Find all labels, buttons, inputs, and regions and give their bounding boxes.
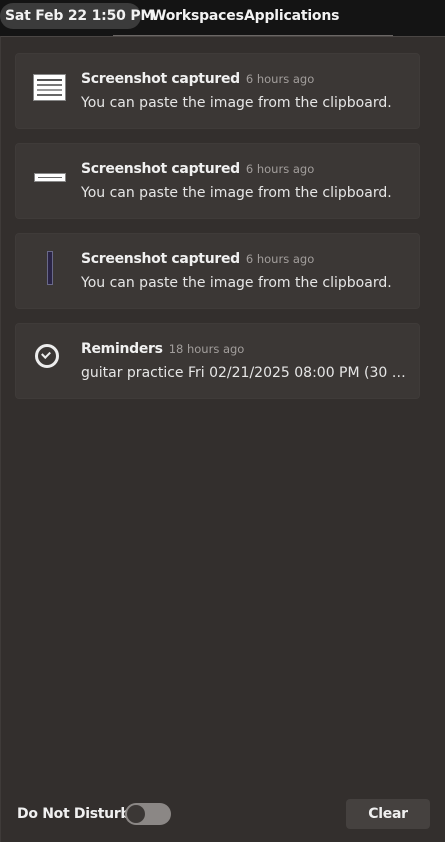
do-not-disturb-toggle[interactable] bbox=[125, 803, 171, 825]
notification-title: Screenshot captured bbox=[81, 161, 240, 177]
notification-header: Reminders 18 hours ago bbox=[81, 341, 244, 357]
date-time-label: Sat Feb 22 1:50 PM bbox=[5, 8, 155, 24]
notification-time: 18 hours ago bbox=[168, 342, 245, 356]
notification-body: You can paste the image from the clipboa… bbox=[81, 275, 392, 291]
notification-card[interactable]: Reminders 18 hours ago guitar practice Fr… bbox=[15, 323, 420, 399]
notification-time: 6 hours ago bbox=[245, 162, 315, 176]
notification-title: Screenshot captured bbox=[81, 251, 240, 267]
notification-time: 6 hours ago bbox=[245, 72, 315, 86]
notification-title: Screenshot captured bbox=[81, 71, 240, 87]
notification-body: guitar practice Fri 02/21/2025 08:00 PM … bbox=[81, 365, 411, 381]
notification-time: 6 hours ago bbox=[245, 252, 315, 266]
notification-header: Screenshot captured 6 hours ago bbox=[81, 161, 314, 177]
notification-header: Screenshot captured 6 hours ago bbox=[81, 71, 314, 87]
screenshot-thumbnail-icon bbox=[47, 251, 53, 285]
clock-icon bbox=[35, 344, 59, 368]
notification-header: Screenshot captured 6 hours ago bbox=[81, 251, 314, 267]
toggle-knob bbox=[127, 805, 145, 823]
screenshot-thumbnail-icon bbox=[33, 74, 66, 101]
notification-card[interactable]: Screenshot captured 6 hours ago You can p… bbox=[15, 233, 420, 309]
notification-body: You can paste the image from the clipboa… bbox=[81, 185, 392, 201]
notification-card[interactable]: Screenshot captured 6 hours ago You can p… bbox=[15, 143, 420, 219]
notification-card[interactable]: Screenshot captured 6 hours ago You can p… bbox=[15, 53, 420, 129]
notification-title: Reminders bbox=[81, 341, 163, 357]
do-not-disturb-label: Do Not Disturb bbox=[17, 806, 131, 822]
top-bar: Sat Feb 22 1:50 PM Workspaces Applicatio… bbox=[0, 0, 445, 36]
screenshot-thumbnail-icon bbox=[34, 173, 66, 182]
workspaces-button[interactable]: Workspaces bbox=[151, 8, 244, 24]
notification-body: You can paste the image from the clipboa… bbox=[81, 95, 392, 111]
applications-button[interactable]: Applications bbox=[244, 8, 339, 24]
clear-button[interactable]: Clear bbox=[346, 799, 430, 829]
